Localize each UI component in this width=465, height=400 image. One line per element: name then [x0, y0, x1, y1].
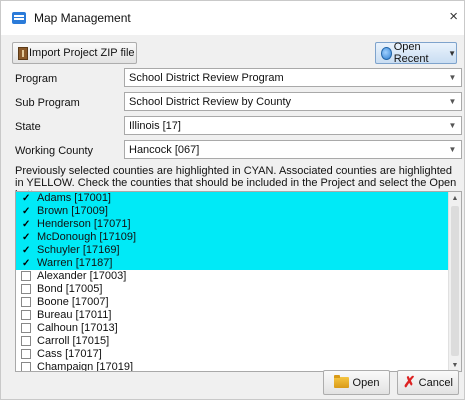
county-checkbox[interactable] [21, 297, 31, 307]
county-label: Warren [17187] [37, 257, 113, 269]
working-county-value: Hancock [067] [129, 144, 200, 156]
open-label: Open [352, 376, 380, 389]
county-checkbox[interactable] [21, 349, 31, 359]
county-list[interactable]: ✓ Adams [17001] ✓ Brown [17009] ✓ Henderson [… [15, 191, 462, 372]
county-checkbox[interactable]: ✓ [21, 258, 31, 269]
program-select[interactable]: School District Review Program ▼ [124, 68, 462, 87]
county-item[interactable]: Calhoun [17013] [16, 322, 450, 335]
county-item[interactable]: Alexander [17003] [16, 270, 450, 283]
chevron-down-icon: ▼ [448, 48, 456, 58]
open-button[interactable]: Open [323, 370, 390, 395]
county-item[interactable]: ✓ Brown [17009] [16, 205, 450, 218]
county-label: Calhoun [17013] [37, 322, 118, 334]
county-item[interactable]: Bureau [17011] [16, 309, 450, 322]
state-value: Illinois [17] [129, 120, 181, 132]
cancel-x-icon: ✗ [403, 374, 416, 391]
list-scrollbar[interactable]: ▲ ▼ [448, 192, 461, 371]
program-value: School District Review Program [129, 72, 284, 84]
county-checkbox[interactable] [21, 336, 31, 346]
chevron-down-icon: ▼ [448, 97, 457, 106]
county-label: Bond [17005] [37, 283, 103, 295]
county-label: Alexander [17003] [37, 270, 127, 282]
county-checkbox[interactable] [21, 271, 31, 281]
county-label: Henderson [17071] [37, 218, 131, 230]
chevron-down-icon: ▼ [448, 145, 457, 154]
county-checkbox[interactable]: ✓ [21, 232, 31, 243]
recent-icon [381, 46, 392, 60]
county-label: Schuyler [17169] [37, 244, 120, 256]
app-icon [12, 12, 26, 24]
county-item[interactable]: Bond [17005] [16, 283, 450, 296]
county-rows: ✓ Adams [17001] ✓ Brown [17009] ✓ Henderson [… [16, 192, 450, 372]
subprogram-select[interactable]: School District Review by County ▼ [124, 92, 462, 111]
county-checkbox[interactable]: ✓ [21, 193, 31, 204]
county-label: McDonough [17109] [37, 231, 137, 243]
title-bar: Map Management × [1, 1, 464, 35]
chevron-down-icon: ▼ [448, 73, 457, 82]
county-label: Cass [17017] [37, 348, 102, 360]
import-zip-button[interactable]: Import Project ZIP file [12, 42, 137, 64]
subprogram-value: School District Review by County [129, 96, 292, 108]
close-icon[interactable]: × [449, 8, 458, 25]
open-recent-button[interactable]: Open Recent ▼ [375, 41, 457, 65]
state-label: State [15, 121, 41, 133]
county-label: Carroll [17015] [37, 335, 110, 347]
county-item[interactable]: Carroll [17015] [16, 335, 450, 348]
county-item[interactable]: ✓ Warren [17187] [16, 257, 450, 270]
county-checkbox[interactable]: ✓ [21, 245, 31, 256]
import-zip-label: Import Project ZIP file [29, 47, 135, 59]
county-checkbox[interactable]: ✓ [21, 219, 31, 230]
chevron-down-icon: ▼ [448, 121, 457, 130]
county-item[interactable]: ✓ Adams [17001] [16, 192, 450, 205]
cancel-label: Cancel [418, 376, 453, 389]
county-checkbox[interactable]: ✓ [21, 206, 31, 217]
county-label: Bureau [17011] [37, 309, 112, 321]
zip-file-icon [18, 46, 28, 60]
subprogram-label: Sub Program [15, 97, 80, 109]
scroll-up-icon[interactable]: ▲ [449, 192, 461, 204]
county-item[interactable]: ✓ Schuyler [17169] [16, 244, 450, 257]
county-label: Champaign [17019] [37, 361, 134, 372]
working-county-label: Working County [15, 145, 94, 157]
folder-icon [333, 375, 349, 388]
county-item[interactable]: ✓ McDonough [17109] [16, 231, 450, 244]
cancel-button[interactable]: ✗ Cancel [397, 370, 459, 395]
county-label: Boone [17007] [37, 296, 109, 308]
county-label: Adams [17001] [37, 192, 111, 204]
working-county-select[interactable]: Hancock [067] ▼ [124, 140, 462, 159]
county-item[interactable]: ✓ Henderson [17071] [16, 218, 450, 231]
county-item[interactable]: Boone [17007] [16, 296, 450, 309]
map-management-dialog: Map Management × Import Project ZIP file… [0, 0, 465, 400]
scroll-thumb[interactable] [451, 206, 459, 356]
open-recent-label: Open Recent [393, 41, 429, 65]
county-checkbox[interactable] [21, 310, 31, 320]
county-checkbox[interactable] [21, 284, 31, 294]
county-label: Brown [17009] [37, 205, 108, 217]
state-select[interactable]: Illinois [17] ▼ [124, 116, 462, 135]
program-label: Program [15, 73, 58, 85]
county-checkbox[interactable] [21, 323, 31, 333]
county-checkbox[interactable] [21, 362, 31, 371]
window-title: Map Management [34, 11, 131, 25]
county-item[interactable]: Cass [17017] [16, 348, 450, 361]
